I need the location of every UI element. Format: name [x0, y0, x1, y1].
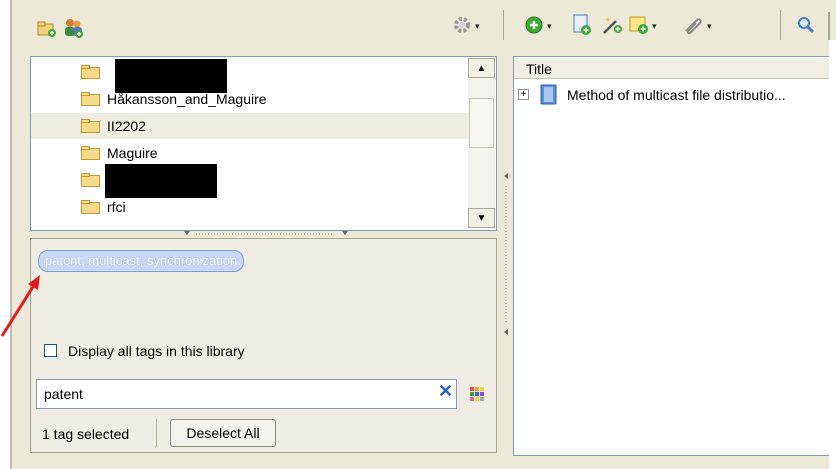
window-left-border: [10, 0, 12, 469]
column-title-label: Title: [526, 61, 552, 77]
folder-icon: [81, 65, 100, 79]
folder-icon: [81, 146, 100, 160]
folder-icon: [81, 119, 100, 133]
tag-filter-input[interactable]: [36, 379, 457, 409]
status-divider: [156, 419, 157, 447]
pane-splitter-handle[interactable]: [176, 230, 356, 238]
chevron-down-icon: ▾: [475, 21, 480, 31]
vertical-splitter-handle[interactable]: [500, 56, 512, 456]
folder-icon: [81, 200, 100, 214]
expand-toggle[interactable]: +: [518, 89, 529, 100]
toolbar-separator: [828, 12, 830, 40]
gear-icon: [452, 15, 472, 38]
selected-tag-count: 1 tag selected: [42, 426, 130, 442]
deselect-all-button[interactable]: Deselect All: [170, 419, 276, 447]
annotation-arrow: [0, 275, 40, 337]
collections-tree[interactable]: Håkansson_and_Maguire II2202 Maguire rfc…: [30, 56, 497, 231]
collection-label: Håkansson_and_Maguire: [107, 91, 267, 107]
redaction-box: [105, 164, 217, 198]
chevron-down-icon: ▾: [652, 21, 657, 31]
new-collection-icon[interactable]: [36, 18, 58, 40]
collection-row[interactable]: [31, 59, 471, 85]
search-icon[interactable]: [796, 15, 816, 38]
collection-row[interactable]: rfci: [31, 194, 471, 220]
folder-icon: [81, 92, 100, 106]
title-column-header[interactable]: Title: [514, 58, 836, 79]
actions-menu-button[interactable]: ▾: [452, 15, 480, 38]
item-title[interactable]: Method of multicast file distributio...: [567, 87, 786, 103]
tag-filter-value: patent: [44, 386, 83, 402]
toolbar-separator: [503, 10, 504, 40]
window-right-edge: [829, 40, 836, 469]
collection-row[interactable]: Håkansson_and_Maguire: [31, 86, 471, 112]
add-note-button[interactable]: ▾: [629, 15, 657, 38]
add-note-icon: [629, 15, 649, 38]
new-item-icon: [524, 15, 544, 38]
toolbar-separator: [780, 10, 781, 40]
new-group-icon[interactable]: [62, 17, 84, 39]
magic-wand-icon[interactable]: [601, 14, 623, 39]
collection-row[interactable]: Maguire: [31, 140, 471, 166]
scroll-down-button[interactable]: ▼: [468, 208, 495, 228]
collections-scrollbar[interactable]: ▲ ▼: [468, 58, 495, 228]
collection-label: II2202: [107, 118, 146, 134]
clear-filter-icon[interactable]: ✕: [438, 381, 453, 402]
collection-row-selected[interactable]: II2202: [31, 113, 471, 139]
chevron-down-icon: ▾: [547, 21, 552, 31]
items-pane: [513, 56, 836, 456]
book-item-icon: [540, 84, 557, 105]
display-all-tags-checkbox[interactable]: [44, 344, 57, 357]
scroll-thumb[interactable]: [469, 98, 494, 148]
tag-color-grid-icon[interactable]: [470, 387, 484, 401]
new-note-page-icon[interactable]: [572, 14, 592, 39]
attachment-icon: [682, 15, 704, 38]
new-item-button[interactable]: ▾: [524, 15, 552, 38]
folder-icon: [81, 173, 100, 187]
tag-chip-selected[interactable]: patent, multicast, synchronization: [38, 250, 245, 272]
chevron-down-icon: ▾: [707, 21, 712, 31]
redaction-box: [115, 59, 227, 93]
display-all-tags-label: Display all tags in this library: [68, 343, 245, 359]
add-attachment-button[interactable]: ▾: [682, 15, 712, 38]
collection-label: rfci: [107, 199, 126, 215]
collection-label: Maguire: [107, 145, 158, 161]
collection-row[interactable]: [31, 167, 471, 193]
scroll-up-button[interactable]: ▲: [468, 58, 495, 78]
